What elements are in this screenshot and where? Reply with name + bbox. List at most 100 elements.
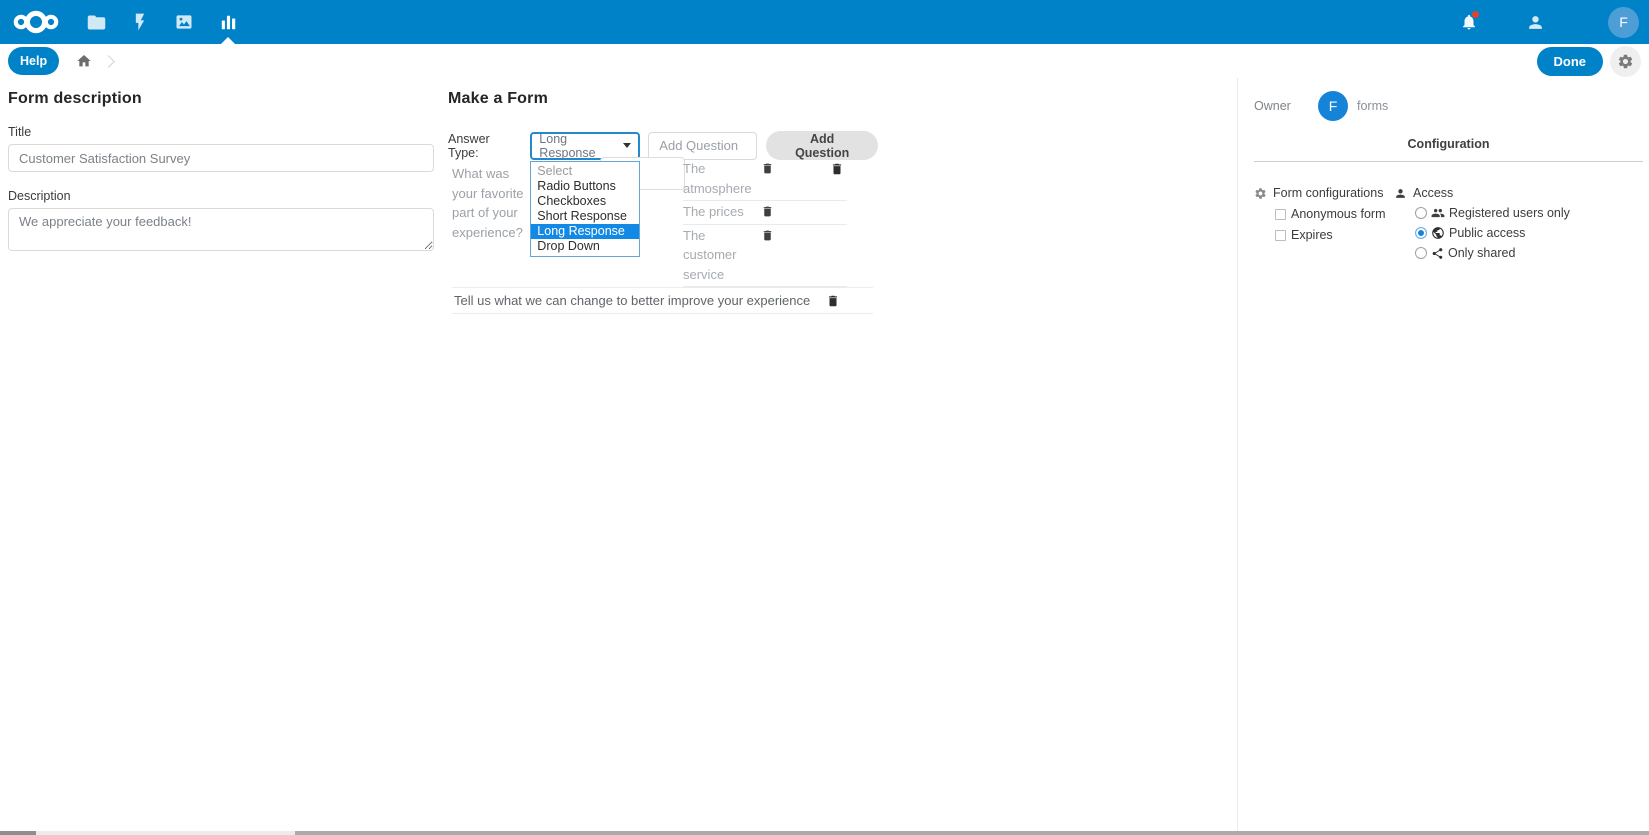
form-configurations-group: Form configurations Anonymous form Expir… xyxy=(1254,186,1394,260)
delete-option-button[interactable] xyxy=(761,205,774,218)
form-configurations-label: Form configurations xyxy=(1273,186,1383,200)
trash-icon xyxy=(761,205,774,218)
person-icon xyxy=(1526,13,1545,32)
owner-label: Owner xyxy=(1254,99,1318,113)
trash-icon xyxy=(830,162,844,176)
title-label: Title xyxy=(8,125,434,139)
delete-question-button[interactable] xyxy=(826,294,840,308)
scrollbar-thumb-right[interactable] xyxy=(295,831,1649,835)
description-label: Description xyxy=(8,189,434,203)
expires-checkbox-row[interactable]: Expires xyxy=(1275,228,1394,242)
make-form-panel: Make a Form Answer Type: Long Response S… xyxy=(441,78,878,831)
configuration-divider xyxy=(1254,161,1643,162)
only-shared-label: Only shared xyxy=(1448,246,1515,260)
toolbar-right-controls: Done xyxy=(1537,46,1642,77)
option-text[interactable]: The atmosphere xyxy=(683,159,761,198)
app-activity-button[interactable] xyxy=(118,0,162,44)
horizontal-scrollbar[interactable] xyxy=(0,831,1649,835)
dropdown-option-checkboxes[interactable]: Checkboxes xyxy=(531,194,639,209)
app-photos-button[interactable] xyxy=(162,0,206,44)
active-app-caret xyxy=(221,37,235,44)
breadcrumb-toolbar: Help Done xyxy=(0,44,1649,78)
notification-dot xyxy=(1472,11,1479,18)
nextcloud-logo-icon[interactable] xyxy=(13,7,59,37)
option-text[interactable]: The prices xyxy=(683,202,761,222)
dropdown-option-long-response[interactable]: Long Response xyxy=(531,224,639,239)
breadcrumb-home-button[interactable] xyxy=(76,53,92,69)
form-description-panel: Form description Title Description We ap… xyxy=(0,78,441,831)
radio-unchecked-icon[interactable] xyxy=(1415,207,1427,219)
contacts-button[interactable] xyxy=(1520,7,1550,37)
settings-button[interactable] xyxy=(1610,46,1641,77)
main-content: Form description Title Description We ap… xyxy=(0,78,1649,831)
checkbox-unchecked-icon[interactable] xyxy=(1275,209,1286,220)
folder-icon xyxy=(86,12,107,33)
select-caret-icon xyxy=(623,143,631,148)
people-icon xyxy=(1431,206,1445,220)
question-1-options: The atmosphere The prices xyxy=(683,158,847,287)
answer-type-dropdown: Select Radio Buttons Checkboxes Short Re… xyxy=(530,161,640,257)
lightning-icon xyxy=(130,12,150,32)
delete-question-button[interactable] xyxy=(830,162,844,176)
dropdown-option-short-response[interactable]: Short Response xyxy=(531,209,639,224)
forms-app-page: F Help Done Form description Title De xyxy=(0,0,1649,835)
user-avatar[interactable]: F xyxy=(1608,7,1639,38)
done-button[interactable]: Done xyxy=(1537,47,1604,76)
form-description-heading: Form description xyxy=(8,90,434,108)
configuration-columns: Form configurations Anonymous form Expir… xyxy=(1254,186,1643,260)
radio-checked-icon[interactable] xyxy=(1415,227,1427,239)
chevron-right-icon xyxy=(102,55,115,68)
public-access-radio-row[interactable]: Public access xyxy=(1415,226,1570,240)
checkbox-unchecked-icon[interactable] xyxy=(1275,230,1286,241)
configuration-sidebar: Owner F forms Configuration Form configu… xyxy=(1237,78,1649,831)
public-access-label: Public access xyxy=(1449,226,1525,240)
option-row: The atmosphere xyxy=(683,158,847,201)
scrollbar-thumb-left[interactable] xyxy=(0,831,36,835)
owner-name: forms xyxy=(1357,99,1388,113)
form-configurations-header: Form configurations xyxy=(1254,186,1394,200)
bar-chart-icon xyxy=(219,13,238,32)
app-navigation xyxy=(74,0,250,44)
make-form-heading: Make a Form xyxy=(448,90,878,108)
anonymous-form-checkbox-row[interactable]: Anonymous form xyxy=(1275,207,1394,221)
globe-icon xyxy=(1431,226,1445,240)
owner-row: Owner F forms xyxy=(1254,90,1643,122)
access-header: Access xyxy=(1394,186,1570,200)
dropdown-option-drop-down[interactable]: Drop Down xyxy=(531,239,639,254)
access-label: Access xyxy=(1413,186,1453,200)
access-group: Access Registered users only xyxy=(1394,186,1570,260)
delete-option-button[interactable] xyxy=(761,162,774,175)
configuration-heading: Configuration xyxy=(1254,137,1643,151)
image-icon xyxy=(174,12,194,32)
only-shared-radio-row[interactable]: Only shared xyxy=(1415,246,1570,260)
person-icon xyxy=(1394,187,1407,200)
dropdown-option-select[interactable]: Select xyxy=(531,164,639,179)
expires-label: Expires xyxy=(1291,228,1333,242)
option-row: The customer service xyxy=(683,225,847,288)
owner-avatar: F xyxy=(1318,91,1348,121)
help-button[interactable]: Help xyxy=(8,47,59,75)
question-1-text[interactable]: What was your favorite part of your expe… xyxy=(452,164,532,242)
question-item-1: What was your favorite part of your expe… xyxy=(448,156,878,280)
title-input[interactable] xyxy=(8,144,434,172)
notifications-button[interactable] xyxy=(1454,7,1484,37)
dropdown-option-radio-buttons[interactable]: Radio Buttons xyxy=(531,179,639,194)
gear-icon xyxy=(1254,187,1267,200)
question-item-2: Tell us what we can change to better imp… xyxy=(452,287,873,314)
radio-unchecked-icon[interactable] xyxy=(1415,247,1427,259)
question-2-text[interactable]: Tell us what we can change to better imp… xyxy=(454,293,826,308)
top-header-bar: F xyxy=(0,0,1649,44)
registered-users-radio-row[interactable]: Registered users only xyxy=(1415,206,1570,220)
gear-icon xyxy=(1617,53,1634,70)
registered-users-label: Registered users only xyxy=(1449,206,1570,220)
app-files-button[interactable] xyxy=(74,0,118,44)
description-textarea[interactable]: We appreciate your feedback! xyxy=(8,208,434,251)
anonymous-form-label: Anonymous form xyxy=(1291,207,1385,221)
delete-option-button[interactable] xyxy=(761,229,774,242)
header-right-controls: F xyxy=(1454,7,1649,38)
app-forms-button[interactable] xyxy=(206,0,250,44)
trash-icon xyxy=(761,229,774,242)
share-icon xyxy=(1431,247,1444,260)
trash-icon xyxy=(761,162,774,175)
option-text[interactable]: The customer service xyxy=(683,226,761,285)
